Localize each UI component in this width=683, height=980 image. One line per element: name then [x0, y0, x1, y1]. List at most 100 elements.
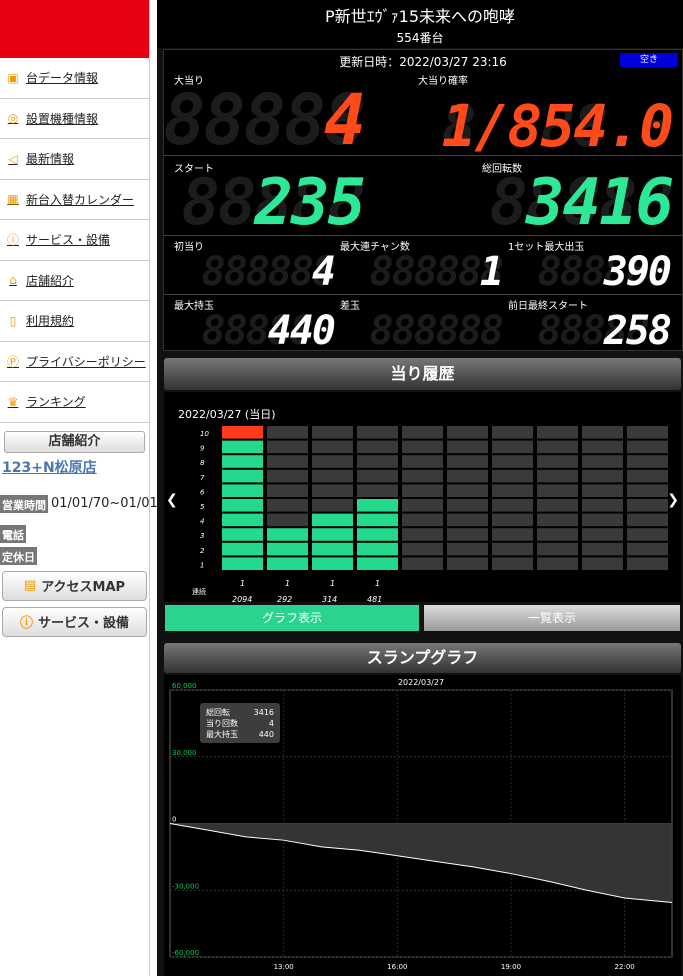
- history-cell: [447, 484, 488, 497]
- sidebar-item-label: 店舗紹介: [26, 273, 75, 288]
- divider: [164, 235, 682, 236]
- crown-icon: ♛: [7, 394, 19, 409]
- history-cell: [627, 484, 668, 497]
- y-tick-label: 0: [172, 816, 176, 824]
- chain-count: 1: [285, 579, 290, 588]
- history-cell: [447, 542, 488, 556]
- history-cell: [537, 557, 578, 570]
- history-cell: [492, 528, 533, 541]
- history-cell: [267, 557, 308, 570]
- sidebar-item[interactable]: ◁ 最新情報: [0, 139, 149, 180]
- prev-start-value: 258: [603, 308, 672, 354]
- logo[interactable]: [0, 0, 149, 58]
- sidebar: ▣ 台データ情報 ◎ 設置機種情報 ◁ 最新情報 ▦ 新台入替カレンダー ⓘ サービス・設備 ⌂ 店舗…: [0, 0, 179, 976]
- total-spins-value: 3416: [525, 166, 674, 240]
- exclamation-icon: ⓘ: [6, 233, 19, 248]
- data-icon: ▣: [7, 70, 19, 85]
- history-cell: [222, 455, 263, 468]
- sidebar-item[interactable]: ♛ ランキング: [0, 382, 149, 423]
- history-cell: [537, 513, 578, 527]
- history-cell: [582, 455, 623, 468]
- y-tick-label: -60,000: [172, 949, 199, 957]
- history-cell: [537, 484, 578, 497]
- list-tab[interactable]: 一覧表示: [424, 605, 680, 631]
- first-hit-value: 4: [311, 249, 336, 295]
- chain-count: 1: [240, 579, 245, 588]
- phone-label: 電話: [0, 524, 26, 543]
- history-cell: [492, 557, 533, 570]
- history-cell: [357, 484, 398, 497]
- graph-tab[interactable]: グラフ表示: [165, 605, 419, 631]
- history-cell: [312, 440, 353, 454]
- sidebar-item[interactable]: ▣ 台データ情報: [0, 58, 149, 99]
- history-cell: [222, 542, 263, 556]
- history-cell: [312, 484, 353, 497]
- history-cell: [627, 440, 668, 454]
- big-hit-display: 88888 4: [163, 84, 366, 156]
- history-cell: [267, 484, 308, 497]
- history-cell: [627, 426, 668, 439]
- history-cell: [492, 440, 533, 454]
- tooltip-label: 総回転: [206, 707, 230, 717]
- history-cell: [267, 469, 308, 483]
- sidebar-item[interactable]: ⌂ 店舗紹介: [0, 261, 149, 301]
- row-label: 2: [200, 547, 205, 555]
- shop-name-link[interactable]: 123+N松原店: [2, 457, 147, 477]
- home-icon: ⌂: [9, 273, 17, 288]
- sidebar-item[interactable]: Ⓟ プライバシーポリシー: [0, 342, 149, 382]
- history-cell: [222, 557, 263, 570]
- history-cell: [447, 499, 488, 512]
- access-map-button[interactable]: ▤ アクセスMAP: [2, 570, 147, 601]
- y-tick-label: 60,000: [172, 682, 197, 690]
- history-cell: [492, 513, 533, 527]
- history-cell: [267, 542, 308, 556]
- divider: [164, 155, 682, 156]
- spin-count: 314: [322, 595, 337, 602]
- sidebar-item[interactable]: ▦ 新台入替カレンダー: [0, 180, 149, 220]
- sidebar-item[interactable]: ▯ 利用規約: [0, 301, 149, 342]
- history-cell: [402, 542, 443, 556]
- prev-start-display: 888888 258: [538, 308, 673, 354]
- history-cell: [582, 528, 623, 541]
- history-cell: [222, 499, 263, 512]
- privacy-icon: Ⓟ: [6, 354, 19, 369]
- max-chain-value: 1: [479, 249, 504, 295]
- x-tick-label: 22:00: [615, 963, 635, 971]
- sidebar-item[interactable]: ◎ 設置機種情報: [0, 99, 149, 139]
- history-panel: 2022/03/27 (当日) ❮ ❯ 10 9 8 7 6 5 4 3 2 1 1 2094 1 292…: [164, 392, 681, 602]
- history-cell: [357, 513, 398, 527]
- history-cell: [627, 499, 668, 512]
- history-cell: [222, 513, 263, 527]
- service-label: サービス・設備: [38, 616, 130, 631]
- sidebar-item[interactable]: ⓘ サービス・設備: [0, 220, 149, 261]
- max-set-display: 888888 390: [538, 250, 673, 294]
- chart-tooltip: 総回転 3416 当り回数 4 最大持玉 440: [200, 703, 280, 743]
- history-cell: [357, 557, 398, 570]
- history-cell: [537, 528, 578, 541]
- history-cell: [447, 455, 488, 468]
- chain-count: 1: [330, 579, 335, 588]
- history-cell: [537, 499, 578, 512]
- terms-icon: ▯: [9, 313, 17, 328]
- service-button[interactable]: ⓘ サービス・設備: [2, 606, 147, 637]
- sidebar-item-label: 利用規約: [26, 314, 75, 329]
- history-cell: [582, 484, 623, 497]
- history-cell: [492, 469, 533, 483]
- history-cell: [537, 469, 578, 483]
- history-cell: [312, 455, 353, 468]
- history-cell: [357, 469, 398, 483]
- max-chain-display: 888888 1: [370, 249, 505, 295]
- hours-label: 営業時間: [0, 494, 48, 513]
- machine-number: 554番台: [396, 31, 444, 45]
- history-cell: [537, 440, 578, 454]
- history-cell: [357, 426, 398, 439]
- start-display: 88888 235: [181, 170, 366, 236]
- history-cell: [492, 484, 533, 497]
- sidebar-item-label: プライバシーポリシー: [26, 354, 146, 369]
- x-tick-label: 13:00: [274, 963, 294, 971]
- chart-title: 2022/03/27: [398, 678, 444, 687]
- history-cell: [447, 426, 488, 439]
- history-cell: [447, 440, 488, 454]
- history-cell: [402, 499, 443, 512]
- history-cell: [627, 469, 668, 483]
